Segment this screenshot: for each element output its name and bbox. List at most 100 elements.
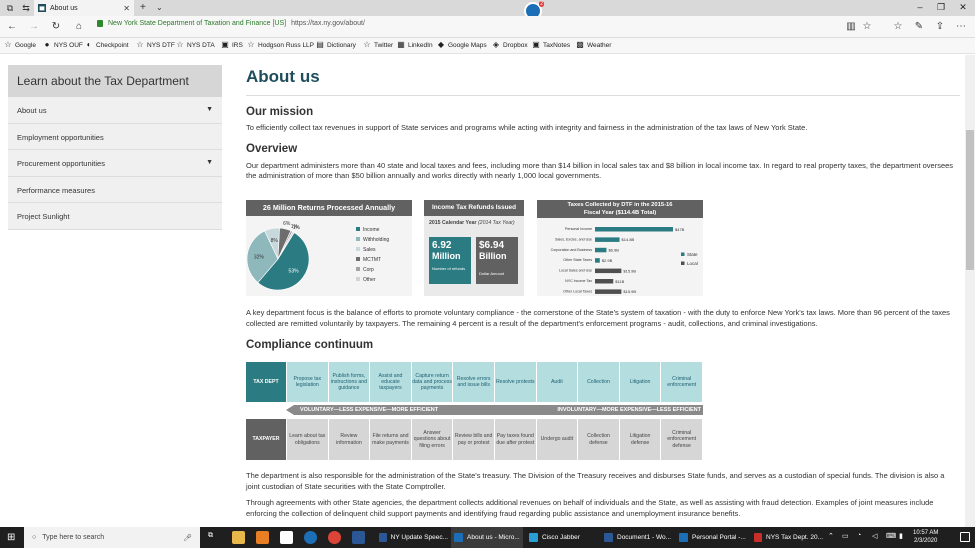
task-label: Personal Portal -... bbox=[692, 534, 746, 541]
title-divider bbox=[246, 95, 960, 96]
refunds-subtitle: 2015 Calendar Year (2014 Tax Year) bbox=[424, 216, 524, 226]
caret-down-icon[interactable]: ▼ bbox=[206, 159, 213, 166]
home-icon[interactable]: ⌂ bbox=[73, 21, 85, 33]
page-title: About us bbox=[246, 67, 320, 86]
windows-start-icon[interactable]: ⊞ bbox=[7, 532, 15, 543]
favorite-weather[interactable]: ▩ Weather bbox=[576, 41, 611, 49]
task-app-icon bbox=[529, 533, 538, 542]
reading-view-icon[interactable]: ▥ bbox=[845, 21, 857, 33]
favorite-irs[interactable]: ▣ IRS bbox=[221, 41, 243, 49]
sidebar-item-employment[interactable]: Employment opportunities bbox=[8, 123, 222, 150]
input-icon[interactable]: ⌨ bbox=[886, 532, 896, 540]
battery-icon[interactable]: ▮ bbox=[899, 532, 903, 540]
file-explorer-icon[interactable] bbox=[232, 531, 245, 544]
scrollbar-thumb[interactable] bbox=[966, 130, 974, 270]
sidebar-item-performance[interactable]: Performance measures bbox=[8, 176, 222, 203]
favorite-label: Dropbox bbox=[503, 41, 528, 49]
tab-about-us[interactable]: About us ✕ bbox=[34, 0, 134, 16]
wifi-icon[interactable]: ◔ bbox=[857, 532, 861, 539]
outlook-app-icon[interactable] bbox=[256, 531, 269, 544]
favorite-google-maps[interactable]: ◆ Google Maps bbox=[437, 41, 487, 49]
volume-icon[interactable]: ◁ bbox=[872, 532, 877, 540]
bar-category-label: NYC Income Tax bbox=[565, 279, 592, 283]
taskbar-search[interactable]: ○ Type here to search 🎤︎ bbox=[24, 527, 200, 548]
bar bbox=[595, 268, 622, 274]
maximize-icon[interactable]: ❐ bbox=[934, 2, 948, 13]
edge-icon[interactable] bbox=[304, 531, 317, 544]
url-text[interactable]: https://tax.ny.gov/about/ bbox=[291, 20, 365, 27]
bar-value-label: $15.9B bbox=[623, 289, 636, 294]
chrome-icon[interactable] bbox=[328, 531, 341, 544]
forward-icon[interactable]: → bbox=[28, 21, 40, 33]
chevron-down-icon[interactable]: ⌄ bbox=[156, 3, 163, 12]
page-scrollbar[interactable] bbox=[965, 55, 975, 527]
pen-icon[interactable]: ✎ bbox=[913, 21, 925, 33]
sidebar-title: Learn about the Tax Department bbox=[8, 65, 222, 97]
sidebar-item-procurement[interactable]: Procurement opportunities ▼ bbox=[8, 150, 222, 177]
favorites-hub-icon[interactable]: ☆ bbox=[892, 21, 904, 33]
refunds-title: Income Tax Refunds Issued bbox=[424, 200, 524, 216]
system-clock[interactable]: 10:57 AM 2/3/2020 bbox=[913, 529, 938, 545]
bar bbox=[595, 247, 607, 253]
favorite-hodgson-russ-llp[interactable]: ☆ Hodgson Russ LLP bbox=[247, 41, 314, 49]
minimize-icon[interactable]: – bbox=[913, 2, 927, 12]
more-icon[interactable]: ⋯ bbox=[955, 21, 967, 33]
legend-label: Sales bbox=[363, 247, 376, 253]
taskbar-task[interactable]: Cisco Jabber bbox=[526, 527, 598, 548]
favorite-nys-dta[interactable]: ☆ NYS DTA bbox=[176, 41, 214, 49]
notifications-icon[interactable] bbox=[960, 532, 970, 542]
taskbar-task[interactable]: Personal Portal -... bbox=[676, 527, 748, 548]
extension-badge-count: 2 bbox=[539, 1, 544, 7]
new-tab-icon[interactable]: + bbox=[140, 2, 146, 13]
favorite-nys-dtf[interactable]: ☆ NYS DTF bbox=[136, 41, 174, 49]
favorite-google[interactable]: ☆ Google bbox=[4, 41, 36, 49]
tab-actions-icon[interactable]: ⧉ bbox=[4, 3, 16, 13]
taskbar-task[interactable]: Document1 - Wo... bbox=[601, 527, 673, 548]
favorite-checkpoint[interactable]: ◐ Checkpoint bbox=[85, 41, 129, 49]
mission-heading: Our mission bbox=[246, 106, 314, 118]
sidebar-item-sunlight[interactable]: Project Sunlight bbox=[8, 203, 222, 230]
bar-category-label: Corporation and Business bbox=[551, 248, 593, 252]
compliance-heading: Compliance continuum bbox=[246, 339, 374, 351]
favorite-dictionary[interactable]: ▤ Dictionary bbox=[316, 41, 356, 49]
word-icon[interactable] bbox=[352, 531, 365, 544]
nys-tax-favicon-icon bbox=[38, 4, 46, 12]
tab-close-icon[interactable]: ✕ bbox=[123, 4, 130, 13]
favorite-linkedin[interactable]: ▦ LinkedIn bbox=[397, 41, 432, 49]
clock-time: 10:57 AM bbox=[913, 530, 939, 536]
favorite-label: Checkpoint bbox=[96, 41, 129, 49]
taxnotes-icon: ▣ bbox=[532, 40, 540, 49]
favorite-twitter[interactable]: ☆ Twitter bbox=[363, 41, 393, 49]
favorite-dropbox[interactable]: ◈ Dropbox bbox=[492, 41, 528, 49]
legend-label: Withholding bbox=[363, 237, 389, 243]
taskbar-task[interactable]: NY Update Speec... bbox=[376, 527, 448, 548]
chevron-up-icon[interactable]: ⌃ bbox=[828, 532, 834, 540]
refunds-year-note: (2014 Tax Year) bbox=[477, 220, 515, 226]
sidebar-item-label: Procurement opportunities bbox=[17, 159, 105, 168]
back-icon[interactable]: ← bbox=[6, 21, 18, 33]
tab-preview-icon[interactable]: ⇆ bbox=[20, 3, 32, 13]
favorite-nys-ouf[interactable]: ● NYS OUF bbox=[43, 41, 83, 49]
collected-bar-chart: Personal Income $47B Sales, Excise, and Us… bbox=[551, 227, 698, 294]
caret-down-icon[interactable]: ▼ bbox=[206, 106, 213, 113]
refresh-icon[interactable]: ↻ bbox=[50, 21, 62, 33]
url-field[interactable]: New York State Department of Taxation an… bbox=[97, 20, 365, 27]
bottom-head-label: TAXPAYER bbox=[246, 419, 287, 460]
microphone-icon[interactable]: 🎤︎ bbox=[183, 534, 192, 542]
app-icon[interactable] bbox=[280, 531, 293, 544]
collected-infographic: Taxes Collected by DTF in the 2015-16 Fi… bbox=[537, 200, 703, 296]
taskbar-task[interactable]: About us - Micro... bbox=[451, 527, 523, 548]
network-icon[interactable]: ▭ bbox=[842, 532, 849, 540]
share-icon[interactable]: ⇪ bbox=[934, 21, 946, 33]
continuum-arrow: VOLUNTARY—LESS EXPENSIVE—MORE EFFICIENT … bbox=[286, 405, 703, 415]
favorite-star-icon[interactable]: ☆ bbox=[861, 21, 873, 33]
taskbar-task[interactable]: NYS Tax Dept. 20... bbox=[751, 527, 823, 548]
favorite-taxnotes[interactable]: ▣ TaxNotes bbox=[532, 41, 570, 49]
window-close-icon[interactable]: ✕ bbox=[956, 2, 970, 13]
refunds-amount-value: $6.94 bbox=[479, 240, 505, 251]
refunds-amount-caption: Dollar Amount bbox=[479, 271, 505, 276]
task-view-icon[interactable]: ⧉ bbox=[208, 532, 213, 540]
bar-value-label: $47B bbox=[675, 227, 685, 232]
sidebar-item-about-us[interactable]: About us ▼ bbox=[8, 97, 222, 124]
legend-label: Corp bbox=[363, 267, 374, 273]
